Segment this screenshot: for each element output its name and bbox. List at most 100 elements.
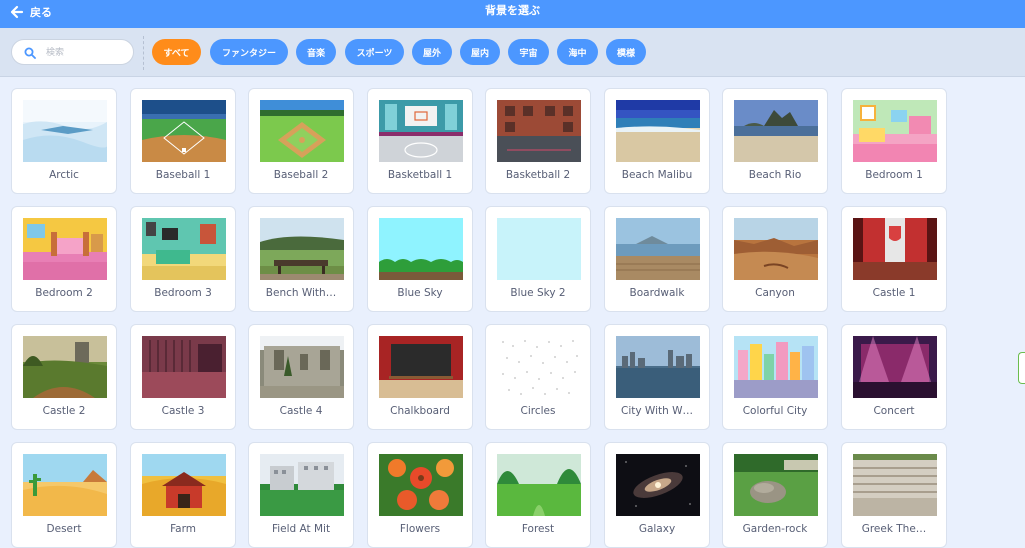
backdrop-card[interactable]: Blue Sky xyxy=(367,206,473,312)
backdrop-thumbnail-image xyxy=(734,336,818,398)
backdrop-thumbnail-image xyxy=(379,454,463,516)
backdrop-thumbnail xyxy=(616,218,700,280)
backdrop-thumbnail-image xyxy=(853,454,937,516)
backdrop-card[interactable]: Bedroom 1 xyxy=(841,88,947,194)
backdrop-thumbnail xyxy=(142,100,226,162)
backdrop-card[interactable]: Garden-rock xyxy=(722,442,828,548)
backdrop-card[interactable]: Colorful City xyxy=(722,324,828,430)
backdrop-card[interactable]: Chalkboard xyxy=(367,324,473,430)
backdrop-name: Flowers xyxy=(399,523,441,535)
tag-4[interactable]: 屋外 xyxy=(412,39,452,65)
backdrop-card[interactable]: Bedroom 3 xyxy=(130,206,236,312)
backdrop-thumbnail xyxy=(853,218,937,280)
backdrop-card[interactable]: Beach Malibu xyxy=(604,88,710,194)
backdrop-card[interactable]: Baseball 1 xyxy=(130,88,236,194)
backdrop-name: Canyon xyxy=(755,287,795,299)
side-handle[interactable] xyxy=(1018,352,1025,384)
backdrop-thumbnail-image xyxy=(142,454,226,516)
backdrop-card[interactable]: Castle 3 xyxy=(130,324,236,430)
backdrop-thumbnail-image xyxy=(497,336,581,398)
backdrop-name: Bench With… xyxy=(265,287,337,299)
backdrop-card[interactable]: Galaxy xyxy=(604,442,710,548)
backdrop-thumbnail xyxy=(260,336,344,398)
backdrop-thumbnail-image xyxy=(497,454,581,516)
backdrop-name: Desert xyxy=(46,523,82,535)
backdrop-card[interactable]: Desert xyxy=(11,442,117,548)
backdrop-thumbnail-image xyxy=(379,336,463,398)
backdrop-name: Bedroom 2 xyxy=(35,287,93,299)
backdrop-card[interactable]: Farm xyxy=(130,442,236,548)
backdrop-card[interactable]: Baseball 2 xyxy=(248,88,354,194)
backdrop-thumbnail xyxy=(379,454,463,516)
tag-8[interactable]: 模様 xyxy=(606,39,646,65)
backdrop-name: Colorful City xyxy=(742,405,808,417)
filter-divider xyxy=(143,36,144,70)
backdrop-thumbnail xyxy=(734,454,818,516)
backdrop-thumbnail-image xyxy=(23,100,107,162)
backdrop-thumbnail-image xyxy=(616,218,700,280)
backdrop-thumbnail xyxy=(379,336,463,398)
backdrop-card[interactable]: Field At Mit xyxy=(248,442,354,548)
backdrop-card[interactable]: Castle 4 xyxy=(248,324,354,430)
backdrop-thumbnail-image xyxy=(616,336,700,398)
backdrop-card[interactable]: Beach Rio xyxy=(722,88,828,194)
backdrop-thumbnail xyxy=(616,336,700,398)
backdrop-card[interactable]: Bench With… xyxy=(248,206,354,312)
search-box[interactable] xyxy=(11,39,134,65)
backdrop-name: Castle 1 xyxy=(872,287,916,299)
backdrop-card[interactable]: City With W… xyxy=(604,324,710,430)
backdrop-thumbnail xyxy=(734,336,818,398)
backdrop-name: Arctic xyxy=(49,169,79,181)
backdrop-thumbnail-image xyxy=(497,100,581,162)
backdrop-thumbnail-image xyxy=(23,218,107,280)
backdrop-thumbnail-image xyxy=(260,218,344,280)
backdrop-name: Basketball 1 xyxy=(387,169,453,181)
backdrop-card[interactable]: Forest xyxy=(485,442,591,548)
backdrop-name: Bedroom 1 xyxy=(865,169,923,181)
backdrop-thumbnail xyxy=(497,100,581,162)
backdrop-card[interactable]: Canyon xyxy=(722,206,828,312)
backdrop-name: Blue Sky 2 xyxy=(510,287,566,299)
tag-7[interactable]: 海中 xyxy=(557,39,598,65)
backdrop-thumbnail-image xyxy=(853,336,937,398)
backdrop-card[interactable]: Greek The… xyxy=(841,442,947,548)
backdrop-name: Bedroom 3 xyxy=(154,287,212,299)
backdrop-thumbnail xyxy=(142,336,226,398)
backdrop-card[interactable]: Castle 2 xyxy=(11,324,117,430)
backdrop-name: Galaxy xyxy=(638,523,676,535)
backdrop-thumbnail xyxy=(23,454,107,516)
backdrop-name: Boardwalk xyxy=(629,287,685,299)
backdrop-card[interactable]: Arctic xyxy=(11,88,117,194)
backdrop-thumbnail xyxy=(853,454,937,516)
tag-0[interactable]: すべて xyxy=(152,39,201,65)
backdrop-thumbnail-image xyxy=(379,218,463,280)
backdrop-card[interactable]: Flowers xyxy=(367,442,473,548)
tag-5[interactable]: 屋内 xyxy=(460,39,500,65)
backdrop-card[interactable]: Concert xyxy=(841,324,947,430)
backdrop-card[interactable]: Blue Sky 2 xyxy=(485,206,591,312)
backdrop-thumbnail-image xyxy=(23,336,107,398)
backdrop-thumbnail xyxy=(616,454,700,516)
tag-6[interactable]: 宇宙 xyxy=(508,39,549,65)
backdrop-thumbnail-image xyxy=(260,336,344,398)
backdrop-thumbnail xyxy=(497,218,581,280)
search-input[interactable] xyxy=(44,44,128,62)
backdrop-thumbnail-image xyxy=(853,100,937,162)
backdrop-card[interactable]: Basketball 1 xyxy=(367,88,473,194)
backdrop-card[interactable]: Castle 1 xyxy=(841,206,947,312)
tag-1[interactable]: ファンタジー xyxy=(210,39,288,65)
backdrop-thumbnail-image xyxy=(616,454,700,516)
backdrop-thumbnail xyxy=(734,218,818,280)
backdrop-card[interactable]: Basketball 2 xyxy=(485,88,591,194)
tag-3[interactable]: スポーツ xyxy=(345,39,404,65)
page-title: 背景を選ぶ xyxy=(485,4,540,17)
backdrop-thumbnail-image xyxy=(142,100,226,162)
top-bar: 戻る 背景を選ぶ xyxy=(0,0,1025,28)
tag-2[interactable]: 音楽 xyxy=(296,39,336,65)
backdrop-card[interactable]: Boardwalk xyxy=(604,206,710,312)
backdrop-thumbnail-image xyxy=(734,218,818,280)
backdrop-thumbnail xyxy=(142,218,226,280)
backdrop-card[interactable]: Bedroom 2 xyxy=(11,206,117,312)
backdrop-thumbnail xyxy=(734,100,818,162)
backdrop-card[interactable]: Circles xyxy=(485,324,591,430)
